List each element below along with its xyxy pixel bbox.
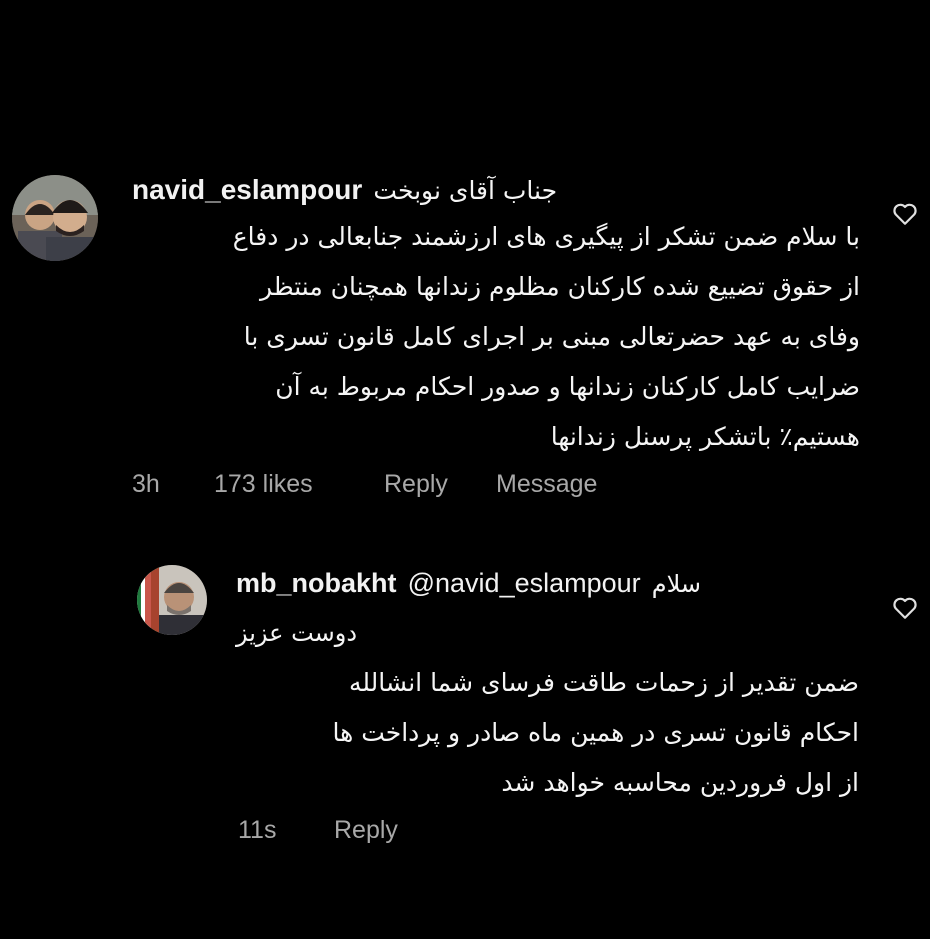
comment-text-line: جناب آقای نوبخت (373, 176, 558, 205)
comment-text-line: از حقوق تضییع شده کارکنان مظلوم زندانها … (259, 272, 860, 301)
message-button[interactable]: Message (496, 470, 597, 499)
comment-text-line: ضرایب کامل کارکنان زندانها و صدور احکام … (275, 372, 860, 401)
comment-text-line: با سلام ضمن تشکر از پیگیری های ارزشمند ج… (232, 222, 860, 251)
reply-comment-item: mb_nobakht @navid_eslampour سلام دوست عز… (0, 520, 930, 939)
comment-time: 3h (132, 470, 160, 498)
user-photo-icon (137, 565, 207, 635)
comment-text-line: ضمن تقدیر از زحمات طاقت فرسای شما انشالل… (349, 668, 859, 697)
comment-time: 11s (238, 816, 277, 844)
likes-count[interactable]: 173 likes (214, 470, 313, 499)
reply-button[interactable]: Reply (384, 470, 448, 499)
comment-text-line: از اول فروردین محاسبه خواهد شد (501, 768, 859, 797)
reply-button[interactable]: Reply (334, 816, 398, 845)
comment-username[interactable]: mb_nobakht (236, 568, 397, 598)
user-photo-icon (12, 175, 98, 261)
comment-item: navid_eslampour جناب آقای نوبخت با سلام … (0, 0, 930, 520)
heart-outline-icon[interactable] (892, 202, 918, 226)
comment-header: mb_nobakht @navid_eslampour سلام (236, 570, 701, 604)
avatar[interactable] (137, 565, 207, 635)
avatar[interactable] (12, 175, 98, 261)
heart-outline-icon[interactable] (892, 596, 918, 620)
comment-text-line: سلام (651, 570, 702, 598)
mention-link[interactable]: @navid_eslampour (408, 568, 641, 598)
comment-text-line: دوست عزیز (236, 619, 358, 647)
comment-text-line: احکام قانون تسری در همین ماه صادر و پردا… (332, 718, 859, 747)
comment-text-line: هستیم٪ باتشکر پرسنل زندانها (550, 422, 860, 451)
comment-header: navid_eslampour جناب آقای نوبخت (132, 176, 557, 210)
comment-text-line: وفای به عهد حضرتعالی مبنی بر اجرای کامل … (243, 322, 860, 351)
comment-username[interactable]: navid_eslampour (132, 174, 362, 205)
